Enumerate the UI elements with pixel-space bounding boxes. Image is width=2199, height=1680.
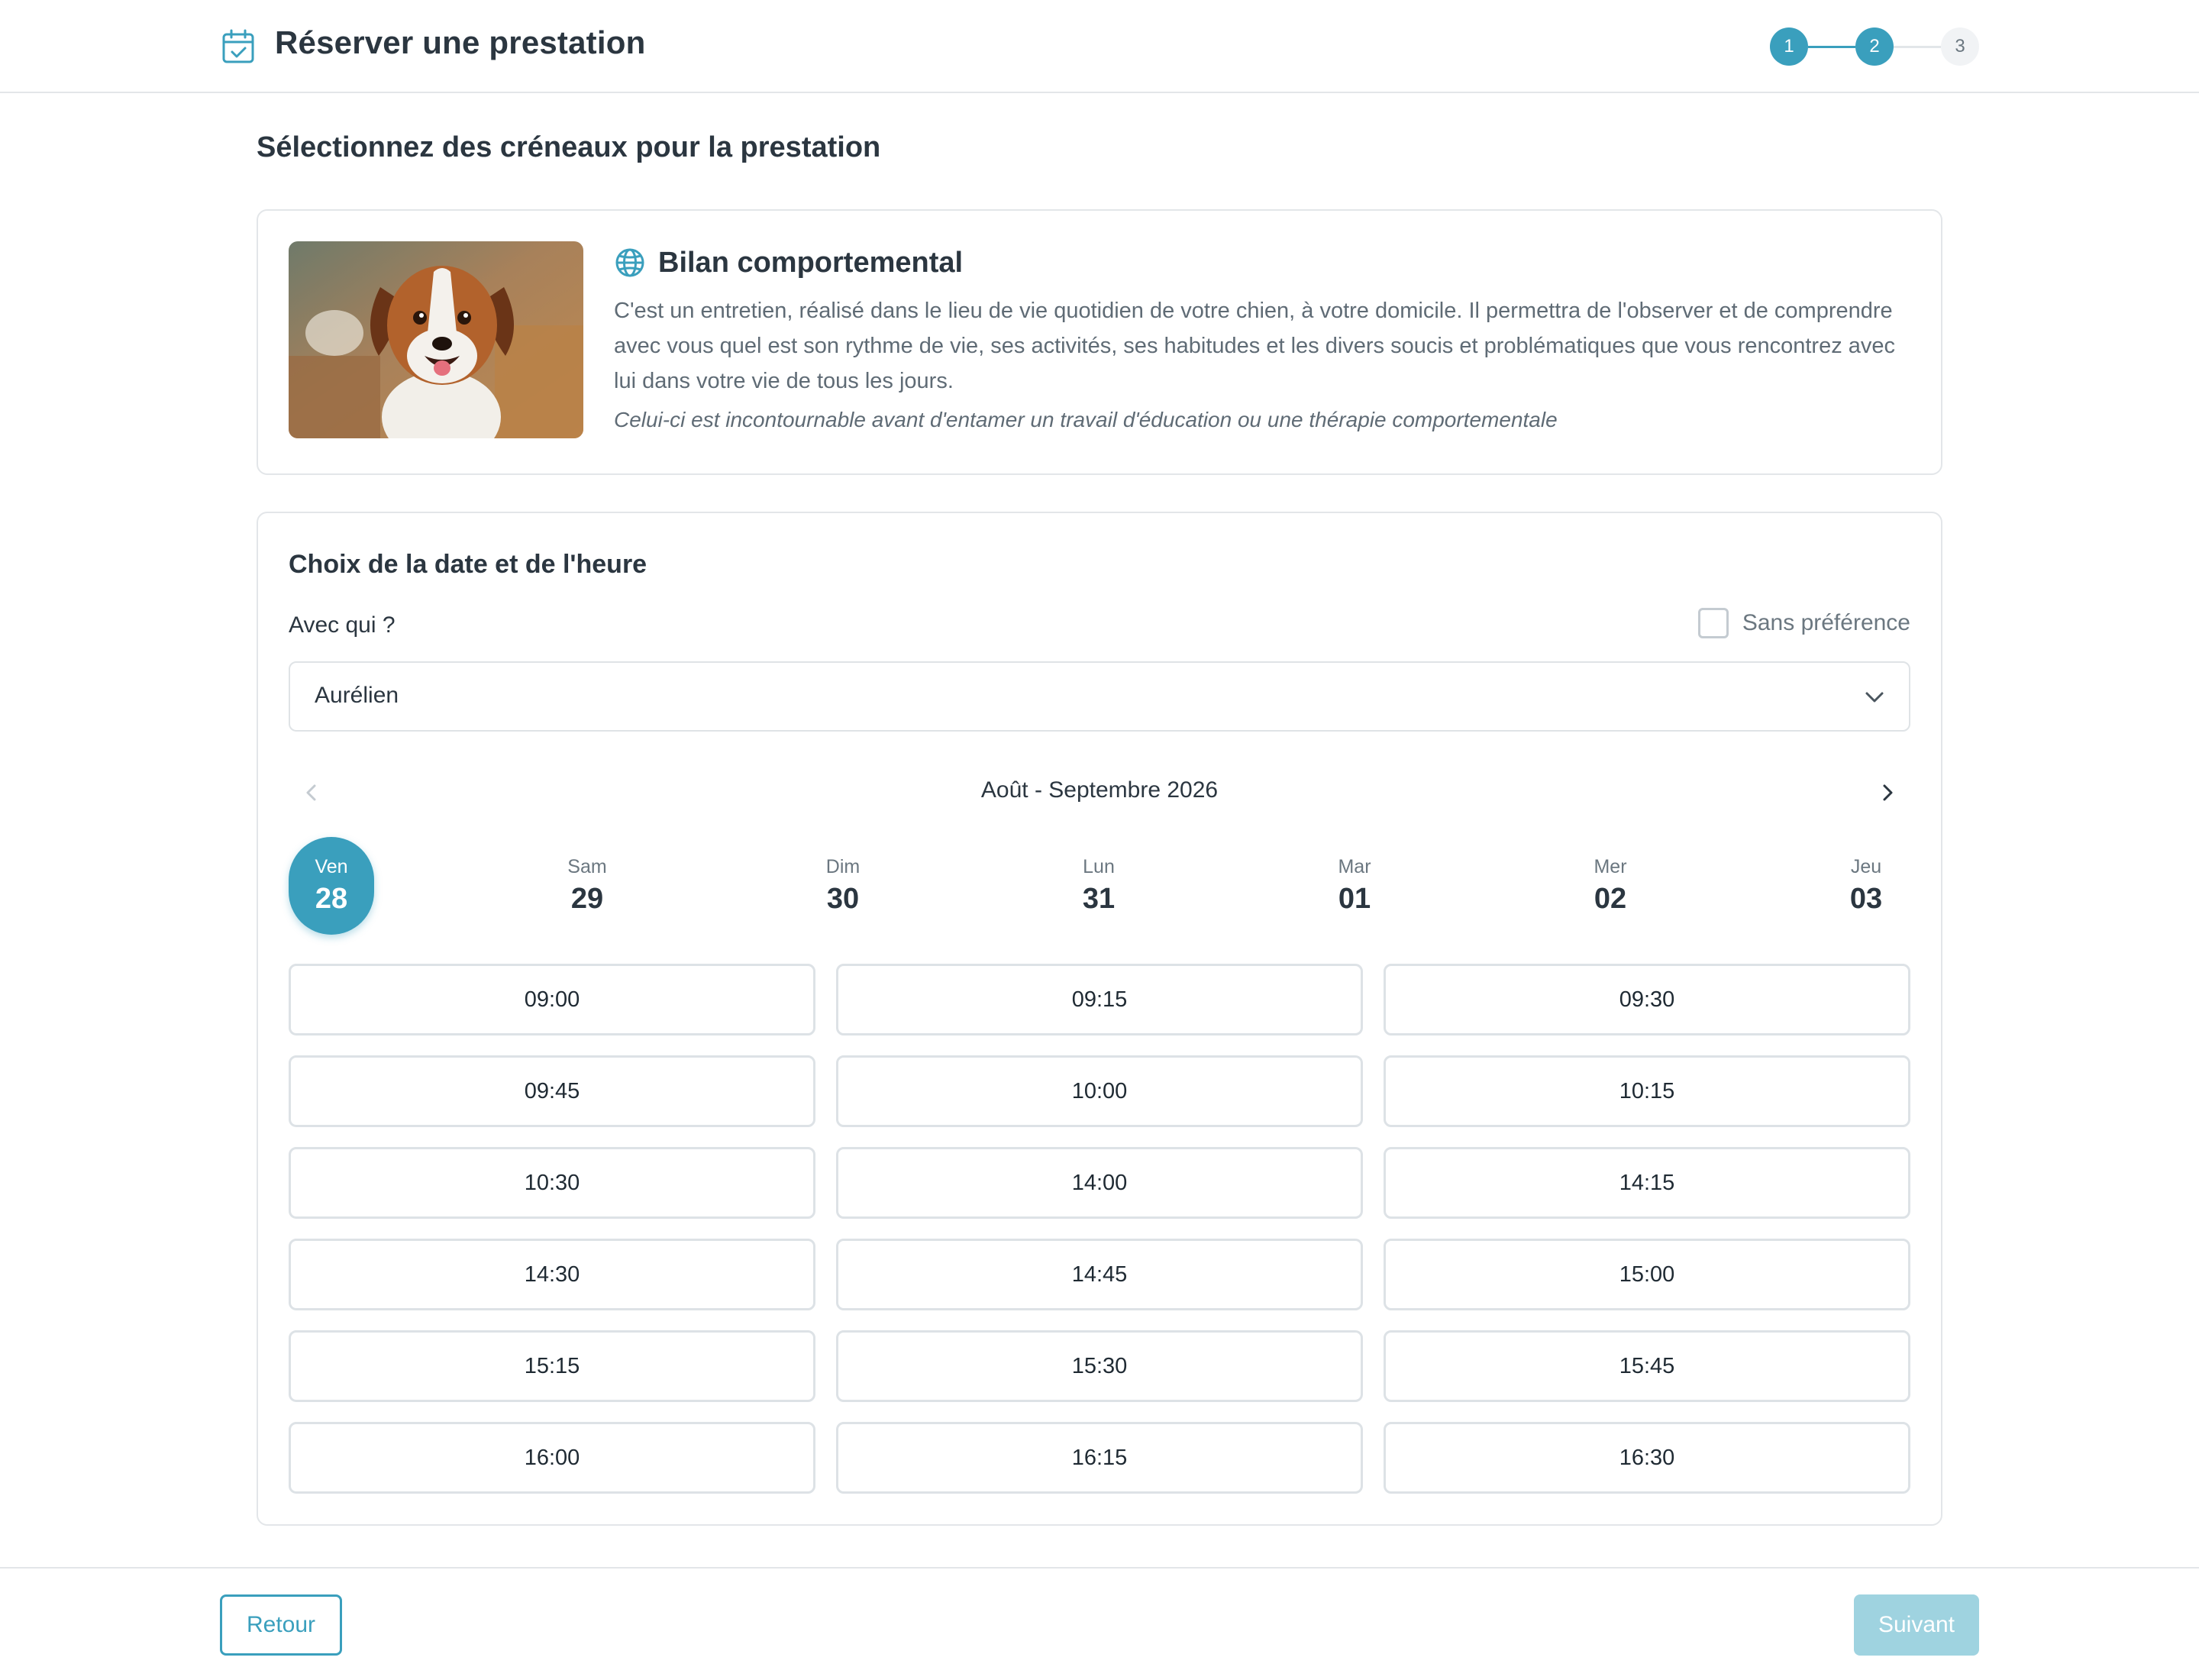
day-name: Ven bbox=[315, 856, 348, 877]
booking-card: Choix de la date et de l'heure Avec qui … bbox=[257, 512, 1942, 1526]
day-mer-02[interactable]: Mer 02 bbox=[1568, 837, 1653, 935]
day-name: Dim bbox=[825, 856, 861, 877]
time-slot[interactable]: 16:30 bbox=[1384, 1422, 1910, 1494]
day-number: 29 bbox=[570, 883, 604, 915]
day-sam-29[interactable]: Sam 29 bbox=[544, 837, 630, 935]
calendar-month-label: Août - Septembre 2026 bbox=[980, 777, 1219, 803]
day-lun-31[interactable]: Lun 31 bbox=[1056, 837, 1141, 935]
time-slot[interactable]: 09:00 bbox=[289, 964, 815, 1035]
day-jeu-03[interactable]: Jeu 03 bbox=[1823, 837, 1909, 935]
no-preference-label: Sans préférence bbox=[1742, 610, 1910, 635]
no-preference-checkbox[interactable]: Sans préférence bbox=[1697, 608, 1910, 638]
step-3: 3 bbox=[1941, 27, 1979, 66]
step-connector-1 bbox=[1808, 46, 1855, 48]
time-slot[interactable]: 14:30 bbox=[289, 1239, 815, 1310]
service-note: Celui-ci est incontournable avant d'enta… bbox=[614, 408, 1558, 431]
day-number: 01 bbox=[1338, 883, 1371, 915]
time-slot[interactable]: 09:45 bbox=[289, 1055, 815, 1127]
section-title: Sélectionnez des créneaux pour la presta… bbox=[257, 131, 881, 163]
time-slot[interactable]: 16:15 bbox=[836, 1422, 1363, 1494]
time-slot[interactable]: 10:15 bbox=[1384, 1055, 1910, 1127]
time-slot[interactable]: 09:30 bbox=[1384, 964, 1910, 1035]
time-slot[interactable]: 10:00 bbox=[836, 1055, 1363, 1127]
service-header: Bilan comportemental bbox=[614, 244, 1912, 281]
progress-stepper: 1 2 3 bbox=[1770, 27, 1981, 66]
day-number: 02 bbox=[1594, 883, 1627, 915]
top-bar: Réserver une prestation 1 2 3 bbox=[0, 0, 2199, 93]
globe-icon bbox=[615, 248, 644, 277]
person-select[interactable]: Aurélien bbox=[289, 661, 1910, 732]
time-slot[interactable]: 14:45 bbox=[836, 1239, 1363, 1310]
dog-photo bbox=[289, 241, 583, 438]
day-name: Lun bbox=[1083, 856, 1115, 877]
step-1: 1 bbox=[1770, 27, 1808, 66]
time-slot[interactable]: 15:30 bbox=[836, 1330, 1363, 1402]
calendar-nav: Août - Septembre 2026 bbox=[289, 770, 1910, 816]
next-week-button[interactable] bbox=[1869, 774, 1906, 811]
next-button[interactable]: Suivant bbox=[1854, 1594, 1979, 1656]
day-name: Mer bbox=[1594, 856, 1627, 877]
service-description: C'est un entretien, réalisé dans le lieu… bbox=[614, 299, 1896, 393]
day-name: Sam bbox=[567, 856, 607, 877]
footer-bar: Retour Suivant bbox=[0, 1567, 2199, 1680]
time-slot[interactable]: 14:15 bbox=[1384, 1147, 1910, 1219]
step-2: 2 bbox=[1855, 27, 1894, 66]
time-slot[interactable]: 14:00 bbox=[836, 1147, 1363, 1219]
day-mar-01[interactable]: Mar 01 bbox=[1312, 837, 1397, 935]
time-slot-grid: 09:00 09:15 09:30 09:45 10:00 10:15 10:3… bbox=[289, 964, 1910, 1494]
calendar-check-icon bbox=[222, 29, 254, 63]
day-number: 03 bbox=[1849, 883, 1883, 915]
day-number: 31 bbox=[1082, 883, 1116, 915]
person-select-value: Aurélien bbox=[315, 683, 399, 708]
time-slot[interactable]: 09:15 bbox=[836, 964, 1363, 1035]
time-slot[interactable]: 15:45 bbox=[1384, 1330, 1910, 1402]
time-slot[interactable]: 16:00 bbox=[289, 1422, 815, 1494]
day-picker: Ven 28 Sam 29 Dim 30 Lun 31 Mar 01 Mer 0… bbox=[289, 837, 1910, 936]
time-slot[interactable]: 15:00 bbox=[1384, 1239, 1910, 1310]
step-connector-2 bbox=[1894, 46, 1941, 48]
page-title: Réserver une prestation bbox=[275, 24, 646, 60]
back-button[interactable]: Retour bbox=[220, 1594, 342, 1656]
chevron-down-icon bbox=[1865, 692, 1884, 703]
day-name: Mar bbox=[1338, 856, 1371, 877]
time-slot[interactable]: 15:15 bbox=[289, 1330, 815, 1402]
day-number: 30 bbox=[826, 883, 860, 915]
service-card: Bilan comportemental C'est un entretien,… bbox=[257, 209, 1942, 475]
booking-title: Choix de la date et de l'heure bbox=[289, 550, 647, 579]
service-name: Bilan comportemental bbox=[658, 246, 964, 279]
day-number: 28 bbox=[315, 883, 348, 915]
day-dim-30[interactable]: Dim 30 bbox=[800, 837, 886, 935]
day-name: Jeu bbox=[1850, 856, 1882, 877]
who-label: Avec qui ? bbox=[289, 612, 396, 638]
service-details: Bilan comportemental C'est un entretien,… bbox=[614, 244, 1912, 432]
checkbox-box[interactable] bbox=[1697, 608, 1729, 638]
chevron-right-icon bbox=[1883, 784, 1893, 801]
day-ven-28[interactable]: Ven 28 bbox=[289, 837, 374, 935]
time-slot[interactable]: 10:30 bbox=[289, 1147, 815, 1219]
